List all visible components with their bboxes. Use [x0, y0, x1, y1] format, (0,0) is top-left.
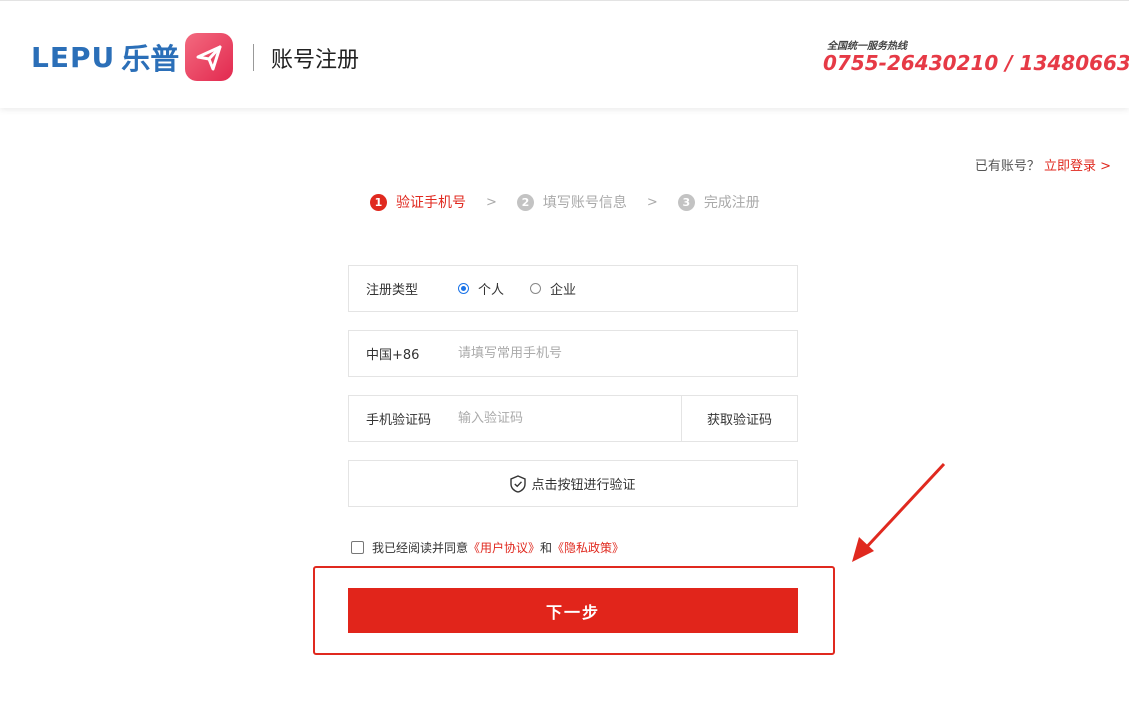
radio-checked-icon[interactable]: [458, 283, 469, 294]
radio-unchecked-icon[interactable]: [530, 283, 542, 294]
sms-code-label: 手机验证码: [366, 413, 432, 428]
logo-cn-text: 乐普: [121, 42, 180, 76]
privacy-policy-link[interactable]: 《隐私政策》: [552, 539, 624, 556]
step-separator: >: [486, 194, 497, 210]
agreement-row: 我已经阅读并同意 《用户协议》 和 《隐私政策》: [351, 539, 624, 556]
step-1: 1 验证手机号: [370, 192, 466, 212]
step-number: 2: [516, 193, 534, 211]
country-code: 中国+86: [366, 348, 420, 363]
login-link[interactable]: 立即登录 >: [1044, 159, 1111, 174]
hotline-number: 0755-26430210 / 13480663671: [823, 51, 1129, 75]
page-title: 账号注册: [271, 48, 360, 73]
login-prompt: 已有账号？ 立即登录 >: [975, 155, 1111, 174]
step-number: 3: [677, 193, 695, 211]
agreement-prefix: 我已经阅读并同意: [372, 541, 469, 555]
verify-button[interactable]: 点击按钮进行验证: [348, 460, 798, 507]
shield-check-icon: [510, 474, 527, 493]
radio-label: 个人: [478, 283, 505, 298]
hotline-label: 全国统一服务热线: [827, 41, 907, 52]
registration-page: LEPU 乐普 账号注册 全国统一服务热线 0755-26430210 / 13…: [0, 0, 1129, 711]
step-number: 1: [370, 193, 387, 211]
reg-type-row: 注册类型 个人 企业: [348, 265, 798, 312]
annotation-arrow-icon: [852, 462, 946, 562]
user-agreement-link[interactable]: 《用户协议》: [468, 539, 540, 556]
step-label: 完成注册: [703, 195, 760, 211]
next-step-button[interactable]: 下一步: [348, 588, 798, 633]
verify-label: 点击按钮进行验证: [531, 478, 636, 493]
lepu-logo[interactable]: LEPU 乐普: [31, 33, 234, 81]
step-indicator: 1 验证手机号 > 2 填写账号信息 > 3 完成注册: [370, 192, 760, 212]
get-code-button[interactable]: 获取验证码: [681, 396, 797, 441]
step-2: 2 填写账号信息: [516, 192, 627, 212]
header: LEPU 乐普 账号注册 全国统一服务热线 0755-26430210 / 13…: [0, 0, 1129, 108]
phone-row: 中国+86: [348, 330, 798, 377]
step-3: 3 完成注册: [677, 192, 760, 212]
logo-text: LEPU: [31, 40, 116, 74]
sms-code-row: 手机验证码 获取验证码: [348, 395, 798, 442]
paper-plane-icon: [185, 33, 234, 81]
step-label: 验证手机号: [396, 195, 466, 211]
radio-label: 企业: [550, 283, 577, 298]
login-prompt-text: 已有账号？: [974, 159, 1040, 174]
radio-enterprise[interactable]: 企业: [530, 279, 576, 298]
sms-code-input[interactable]: [458, 396, 681, 441]
agreement-and: 和: [540, 541, 553, 555]
step-label: 填写账号信息: [542, 195, 627, 211]
agreement-checkbox[interactable]: [351, 541, 364, 554]
reg-type-label: 注册类型: [366, 283, 419, 298]
phone-input[interactable]: [458, 331, 797, 376]
radio-personal[interactable]: 个人: [458, 279, 504, 298]
header-divider: [253, 44, 254, 71]
step-separator: >: [646, 194, 658, 210]
reg-type-radio-group: 个人 企业: [458, 279, 602, 298]
